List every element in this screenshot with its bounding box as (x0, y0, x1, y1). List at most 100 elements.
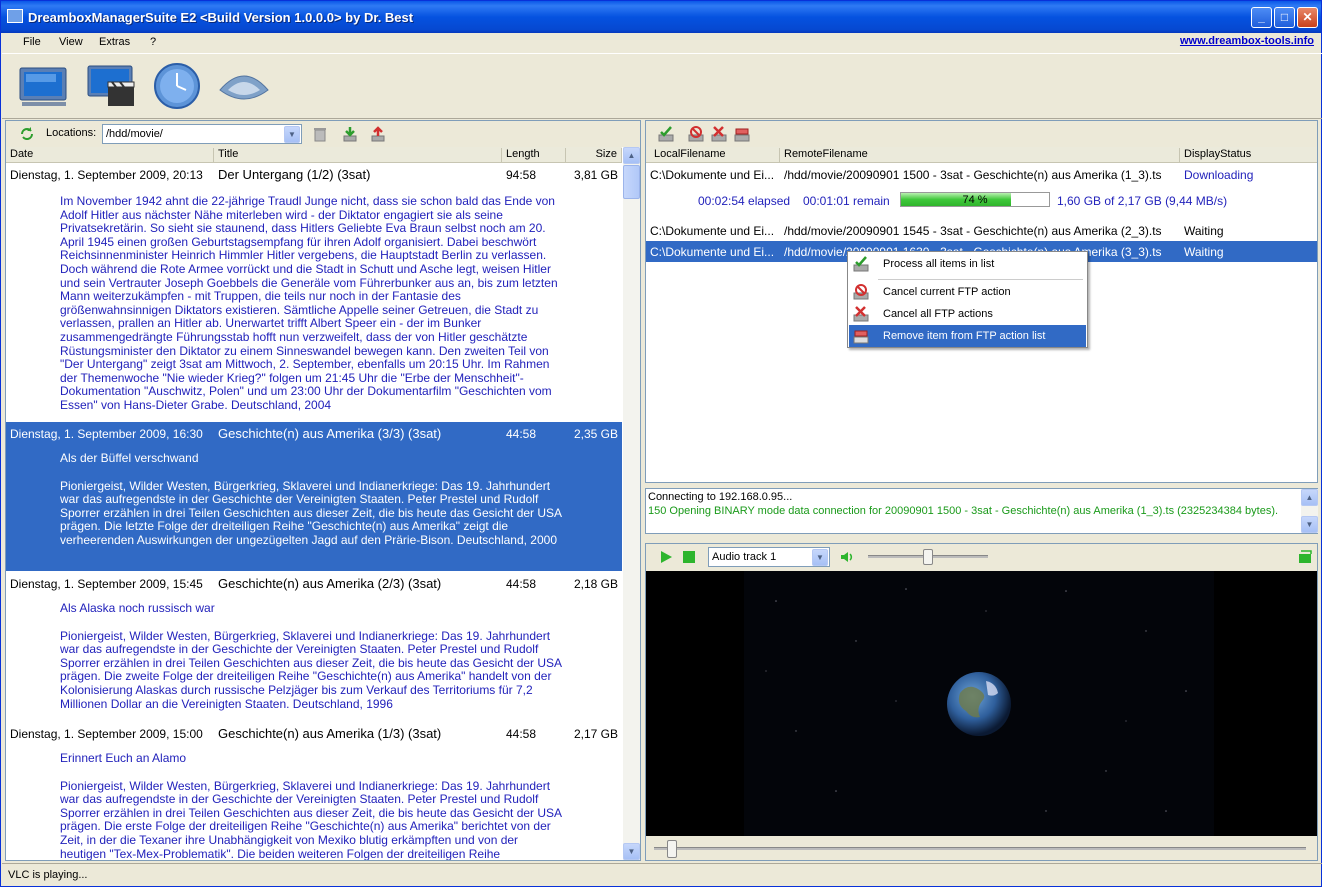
remove-item-icon (853, 330, 869, 344)
player-toolbar: Audio track 1 ▼ (646, 544, 1317, 570)
scroll-down-icon[interactable]: ▼ (1301, 516, 1318, 533)
play-icon[interactable] (658, 549, 674, 565)
log-line: 150 Opening BINARY mode data connection … (648, 505, 1279, 517)
recording-size: 3,81 GB (573, 168, 618, 182)
list-item[interactable]: Dienstag, 1. September 2009, 15:45 Gesch… (6, 572, 622, 722)
recording-subtitle: Als Alaska noch russisch war (60, 601, 215, 615)
menu-cancel-current[interactable]: Cancel current FTP action (849, 281, 1086, 303)
maximize-button[interactable]: □ (1274, 7, 1295, 28)
ftp-local: C:\Dokumente und Ei... (650, 224, 775, 238)
main-toolbar: 8000 ▼ (2, 53, 1322, 151)
recordings-toolbar: Locations: /hdd/movie/ ▼ (6, 121, 640, 147)
recording-title: Geschichte(n) aus Amerika (3/3) (3sat) (218, 426, 442, 441)
recording-date: Dienstag, 1. September 2009, 20:13 (10, 168, 203, 182)
menu-help[interactable]: ? (150, 36, 156, 48)
recording-date: Dienstag, 1. September 2009, 15:00 (10, 727, 203, 741)
download-icon[interactable] (342, 126, 358, 142)
fullscreen-icon[interactable] (1297, 549, 1313, 565)
tv-icon[interactable] (16, 60, 72, 112)
volume-thumb[interactable] (923, 549, 933, 565)
ftp-log: Connecting to 192.168.0.95... 150 Openin… (645, 488, 1318, 534)
recording-date: Dienstag, 1. September 2009, 16:30 (10, 427, 203, 441)
recording-length: 94:58 (506, 168, 537, 182)
recording-length: 44:58 (506, 727, 537, 741)
recordings-scrollbar[interactable]: ▲ ▼ (623, 147, 640, 860)
chevron-down-icon[interactable]: ▼ (284, 126, 300, 143)
ftp-row[interactable]: C:\Dokumente und Ei... /hdd/movie/200909… (646, 164, 1317, 185)
seek-track[interactable] (654, 840, 1306, 858)
list-item[interactable]: Dienstag, 1. September 2009, 15:00 Gesch… (6, 722, 622, 860)
recordings-list: Dienstag, 1. September 2009, 20:13 Der U… (6, 163, 622, 860)
list-item[interactable]: Dienstag, 1. September 2009, 20:13 Der U… (6, 163, 622, 421)
timer-icon[interactable] (150, 60, 206, 112)
title-bar[interactable]: DreamboxManagerSuite E2 <Build Version 1… (1, 1, 1321, 33)
recording-title: Geschichte(n) aus Amerika (1/3) (3sat) (218, 726, 442, 741)
ftp-header: LocalFilename RemoteFilename DisplayStat… (646, 147, 1317, 163)
elapsed-time: 00:02:54 elapsed (698, 194, 791, 208)
scroll-up-icon[interactable]: ▲ (1301, 489, 1318, 506)
recording-description: Pioniergeist, Wilder Westen, Bürgerkrieg… (60, 628, 562, 711)
stop-icon[interactable] (681, 549, 697, 565)
column-size[interactable]: Size (566, 148, 622, 162)
process-all-icon[interactable] (658, 126, 674, 142)
menu-view[interactable]: View (59, 36, 83, 48)
recording-date: Dienstag, 1. September 2009, 15:45 (10, 577, 203, 591)
column-local-filename[interactable]: LocalFilename (646, 148, 780, 162)
location-value: /hdd/movie/ (106, 128, 163, 140)
website-link[interactable]: www.dreambox-tools.info (1180, 35, 1314, 47)
window-title: DreamboxManagerSuite E2 <Build Version 1… (28, 10, 414, 25)
recording-size: 2,18 GB (573, 577, 618, 591)
cancel-current-icon[interactable] (688, 126, 704, 142)
ftp-status: Waiting (1184, 224, 1224, 238)
column-date[interactable]: Date (6, 148, 214, 162)
download-progress-bar: 74 % (900, 192, 1050, 207)
menu-separator (878, 279, 1083, 280)
recording-subtitle: Als der Büffel verschwand (60, 451, 199, 465)
video-player: Audio track 1 ▼ (645, 543, 1318, 861)
menu-cancel-all[interactable]: Cancel all FTP actions (849, 303, 1086, 325)
cancel-all-icon[interactable] (711, 126, 727, 142)
process-all-icon (853, 256, 869, 272)
menu-extras[interactable]: Extras (99, 36, 130, 48)
column-display-status[interactable]: DisplayStatus (1180, 148, 1317, 162)
audio-track-value: Audio track 1 (712, 551, 777, 563)
volume-slider[interactable] (868, 549, 988, 565)
recording-size: 2,17 GB (573, 727, 618, 741)
minimize-button[interactable]: _ (1251, 7, 1272, 28)
menu-remove-item[interactable]: Remove item from FTP action list (849, 325, 1086, 347)
ftp-remote: /hdd/movie/20090901 1500 - 3sat - Geschi… (784, 168, 1162, 182)
chevron-down-icon[interactable]: ▼ (812, 549, 828, 566)
ftp-row[interactable]: C:\Dokumente und Ei... /hdd/movie/200909… (646, 220, 1317, 241)
column-remote-filename[interactable]: RemoteFilename (780, 148, 1180, 162)
menu-process-all[interactable]: Process all items in list (849, 253, 1086, 275)
seek-thumb[interactable] (667, 840, 678, 858)
log-scrollbar[interactable]: ▲ ▼ (1301, 489, 1318, 533)
menu-file[interactable]: File (23, 36, 41, 48)
video-screen[interactable] (646, 571, 1317, 836)
status-text: VLC is playing... (8, 869, 88, 881)
upload-icon[interactable] (370, 126, 386, 142)
locations-label: Locations: (46, 127, 97, 139)
recording-length: 44:58 (506, 427, 537, 441)
speaker-icon[interactable] (839, 549, 855, 565)
location-select[interactable]: /hdd/movie/ ▼ (102, 124, 302, 144)
scroll-up-icon[interactable]: ▲ (623, 147, 640, 164)
dreambox-icon[interactable] (216, 60, 272, 112)
seek-bar[interactable] (646, 836, 1317, 860)
movie-icon[interactable] (84, 60, 140, 112)
scroll-down-icon[interactable]: ▼ (623, 843, 640, 860)
menu-label: Cancel all FTP actions (883, 308, 993, 320)
progress-percent: 74 % (962, 194, 988, 206)
log-line: Connecting to 192.168.0.95... (648, 491, 793, 503)
column-length[interactable]: Length (502, 148, 566, 162)
list-item[interactable]: Dienstag, 1. September 2009, 16:30 Gesch… (6, 422, 622, 571)
refresh-icon[interactable] (19, 126, 35, 142)
recordings-header: Date Title Length Size (6, 147, 622, 163)
column-title[interactable]: Title (214, 148, 502, 162)
scroll-thumb[interactable] (623, 165, 640, 199)
remove-item-icon[interactable] (734, 126, 750, 142)
close-button[interactable]: ✕ (1297, 7, 1318, 28)
cancel-current-icon (853, 284, 869, 300)
trash-icon[interactable] (312, 126, 328, 142)
audio-track-select[interactable]: Audio track 1 ▼ (708, 547, 830, 567)
